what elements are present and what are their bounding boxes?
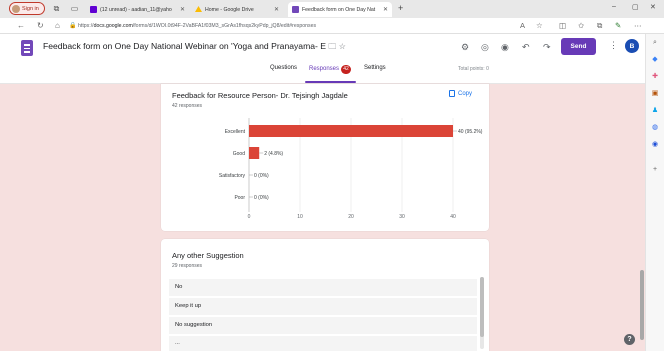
search-icon[interactable]: ⌕	[651, 39, 659, 47]
send-button[interactable]: Send	[561, 38, 596, 55]
list-item: No	[169, 279, 477, 296]
url-prefix: https://	[78, 23, 94, 29]
category-label: Poor	[234, 195, 245, 201]
browser-tab-google-drive[interactable]: Home - Google Drive ✕	[191, 2, 283, 17]
category-label: Excellent	[225, 129, 246, 135]
favorites-icon[interactable]: ✩	[578, 21, 584, 31]
tab-label: (12 unread) - aadian_11@yaho	[100, 6, 172, 13]
sign-in-button[interactable]: Sign in	[9, 2, 45, 15]
folder-icon[interactable]: 🗀	[328, 42, 336, 51]
addons-icon[interactable]: ⚙	[461, 41, 469, 53]
tab-responses-label: Responses	[309, 66, 340, 72]
bar	[249, 125, 453, 137]
minimize-icon[interactable]: –	[612, 3, 616, 10]
add-sidebar-app-icon[interactable]: +	[651, 166, 659, 174]
split-screen-icon[interactable]: ◫	[559, 21, 566, 31]
palette-icon[interactable]: ◎	[481, 41, 489, 53]
profile-avatar-icon	[12, 4, 20, 13]
x-tick-label: 30	[399, 214, 405, 220]
category-label: Satisfactory	[219, 173, 246, 179]
url-path: /forms/d/1WOI.0t94F-2VaBFA1f03M3_sGrAs1f…	[132, 23, 317, 29]
x-tick-label: 0	[248, 214, 251, 220]
url-field[interactable]: https://docs.google.com/forms/d/1WOI.0t9…	[78, 21, 316, 31]
total-points: Total points: 0	[458, 66, 489, 72]
category-label: Good	[233, 151, 245, 157]
form-title[interactable]: Feedback form on One Day National Webina…	[43, 41, 346, 55]
maximize-icon[interactable]: ▢	[632, 3, 639, 11]
favorite-star-icon[interactable]: ☆	[536, 21, 543, 31]
question-title: Any other Suggestion	[172, 251, 244, 260]
suggestion-card: Any other Suggestion 29 responses No Kee…	[161, 239, 489, 351]
edge-sidebar: ⌕ ◆ ✚ ▣ ♟ ◍ ◉ +	[645, 34, 664, 351]
new-tab-button[interactable]: +	[398, 3, 403, 13]
close-tab-icon[interactable]: ✕	[274, 6, 279, 13]
tab-settings[interactable]: Settings	[364, 65, 386, 71]
url-host: docs.google.com	[93, 23, 133, 29]
shopping-icon[interactable]: ◆	[651, 56, 659, 64]
browser-tab-feedback-form[interactable]: Feedback form on One Day Nat ✕	[288, 2, 392, 17]
drive-icon	[195, 6, 202, 12]
redo-icon[interactable]: ↷	[543, 41, 551, 53]
answers-scrollbar-thumb[interactable]	[480, 277, 484, 337]
close-tab-icon[interactable]: ✕	[383, 6, 388, 13]
question-summary-card: Feedback for Resource Person- Dr. Tejsin…	[161, 84, 489, 231]
bar-chart: 0 10 20 30 40 Excellent 40 (95.2%) Good 2 (4.8%)…	[219, 118, 483, 220]
extension-icon[interactable]: ✎	[615, 21, 621, 31]
tab-questions[interactable]: Questions	[270, 65, 297, 71]
responses-content-area: Feedback for Resource Person- Dr. Tejsin…	[0, 84, 645, 351]
outlook-icon[interactable]: ◉	[651, 141, 659, 149]
address-bar: ← ↻ ⌂ 🔒 https://docs.google.com/forms/d/…	[0, 18, 664, 34]
refresh-icon[interactable]: ↻	[37, 21, 44, 31]
x-tick-label: 40	[450, 214, 456, 220]
close-tab-icon[interactable]: ✕	[180, 6, 185, 13]
x-tick-label: 10	[297, 214, 303, 220]
list-item: Keep it up	[169, 298, 477, 315]
x-tick-label: 20	[348, 214, 354, 220]
games-icon[interactable]: ♟	[651, 107, 659, 115]
tools-icon[interactable]: ✚	[651, 73, 659, 81]
response-count: 29 responses	[172, 263, 203, 269]
list-item: No suggestion	[169, 317, 477, 334]
sign-in-label: Sign in	[22, 5, 39, 12]
help-icon[interactable]: ?	[624, 334, 635, 345]
more-options-icon[interactable]: ⋯	[634, 21, 642, 31]
browser-tab-yahoo-mail[interactable]: (12 unread) - aadian_11@yaho ✕	[86, 2, 189, 17]
more-menu-icon[interactable]: ⋮	[609, 40, 618, 51]
forms-icon	[292, 6, 299, 13]
user-avatar[interactable]: B	[625, 39, 639, 53]
read-aloud-icon[interactable]: A	[520, 21, 525, 31]
tab-responses[interactable]: Responses 42	[309, 65, 352, 74]
forms-header: Feedback form on One Day National Webina…	[0, 34, 645, 84]
active-tab-indicator	[305, 81, 356, 83]
google-forms-logo-icon[interactable]	[21, 40, 33, 56]
tab-actions-icon[interactable]: ▭	[70, 4, 79, 13]
tab-label: Home - Google Drive	[205, 6, 254, 13]
data-label: 0 (0%)	[254, 195, 269, 201]
list-item: ...	[169, 336, 477, 351]
page-scrollbar-thumb[interactable]	[640, 270, 644, 340]
mail-icon	[90, 6, 97, 13]
preview-eye-icon[interactable]: ◉	[501, 41, 509, 53]
office-icon[interactable]: ◍	[651, 124, 659, 132]
home-icon[interactable]: ⌂	[55, 21, 60, 31]
collections-icon[interactable]: ⧉	[597, 21, 602, 31]
data-label: 2 (4.8%)	[264, 151, 283, 157]
undo-icon[interactable]: ↶	[522, 41, 530, 53]
form-title-text: Feedback form on One Day National Webina…	[43, 41, 327, 51]
close-window-icon[interactable]: ✕	[650, 3, 656, 11]
back-icon[interactable]: ←	[17, 21, 25, 31]
star-icon[interactable]: ☆	[339, 42, 346, 51]
briefcase-icon[interactable]: ▣	[651, 90, 659, 98]
responses-count-badge: 42	[341, 65, 352, 74]
data-label: 0 (0%)	[254, 173, 269, 179]
bar	[249, 147, 260, 159]
lock-icon: 🔒	[69, 23, 77, 29]
tab-label: Feedback form on One Day Nat	[302, 6, 376, 13]
browser-tab-strip: Sign in ⧉ ▭ (12 unread) - aadian_11@yaho…	[0, 0, 664, 18]
data-label: 40 (95.2%)	[458, 129, 483, 135]
workspaces-icon[interactable]: ⧉	[52, 4, 61, 13]
